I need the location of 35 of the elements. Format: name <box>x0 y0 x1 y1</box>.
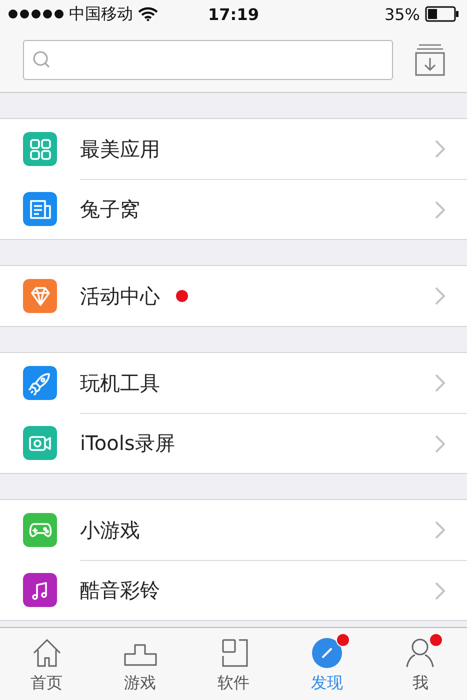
battery-percent: 35% <box>384 4 420 24</box>
menu-item[interactable]: 玩机工具 <box>0 353 467 413</box>
menu-item[interactable]: 小游戏 <box>0 500 467 560</box>
menu-item[interactable]: 兔子窝 <box>0 179 467 239</box>
carrier-name: 中国移动 <box>69 4 133 24</box>
menu-label: 小游戏 <box>80 516 140 544</box>
wifi-icon <box>138 7 158 21</box>
download-button[interactable] <box>415 44 445 76</box>
chevron-icon <box>435 434 445 452</box>
menu-label: 酷音彩铃 <box>80 577 160 604</box>
menu-item[interactable]: 活动中心 <box>0 266 467 326</box>
menu-label: 玩机工具 <box>80 370 160 396</box>
tab[interactable]: 游戏 <box>93 628 187 700</box>
search-icon <box>32 50 52 70</box>
menu-item[interactable]: 酷音彩铃 <box>0 560 467 620</box>
menu-item[interactable]: 最美应用 <box>0 119 467 179</box>
menu-label: 兔子窝 <box>80 196 140 223</box>
chevron-icon <box>435 200 445 218</box>
tab[interactable]: 我 <box>374 628 467 700</box>
chevron-icon <box>435 521 445 539</box>
menu-label: 最美应用 <box>80 136 160 162</box>
menu-label: iTools录屏 <box>80 430 175 457</box>
signal-icon <box>8 9 64 19</box>
battery-icon <box>425 6 459 22</box>
clock-time: 17:19 <box>208 4 259 24</box>
chevron-icon <box>435 287 445 305</box>
search-field[interactable] <box>23 40 393 80</box>
download-tray-icon <box>415 44 445 76</box>
chevron-icon <box>435 374 445 392</box>
chevron-icon <box>435 140 445 158</box>
menu-label: 活动中心 <box>80 282 160 310</box>
tab[interactable]: 软件 <box>186 628 280 700</box>
chevron-icon <box>435 582 445 600</box>
menu-item[interactable]: iTools录屏 <box>0 413 467 473</box>
tab[interactable]: 首页 <box>0 628 94 700</box>
